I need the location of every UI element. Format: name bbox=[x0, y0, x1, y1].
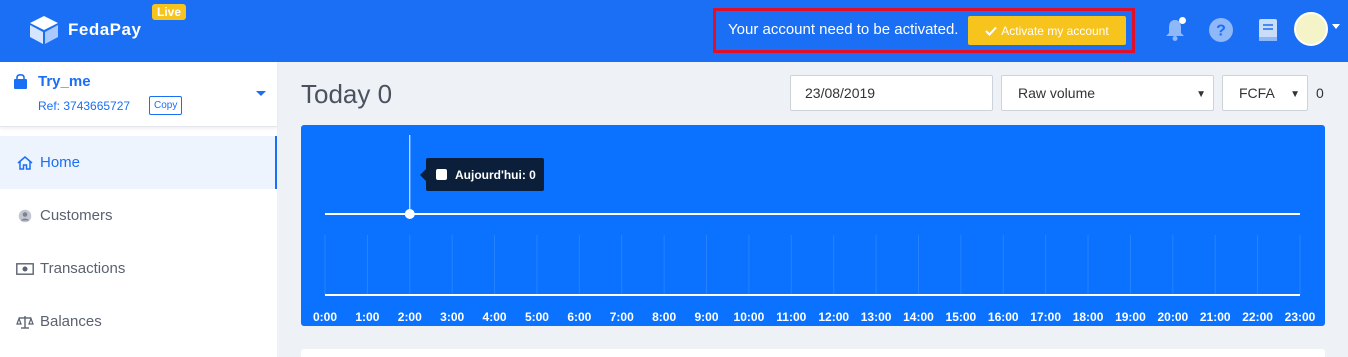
currency-select-value: FCFA bbox=[1239, 85, 1275, 101]
activation-message: Your account need to be activated. bbox=[728, 21, 959, 38]
chevron-down-icon: ▼ bbox=[1196, 89, 1206, 100]
sidebar-item-balances[interactable]: Balances bbox=[0, 295, 277, 348]
top-navbar: FedaPay Live Your account need to be act… bbox=[0, 0, 1348, 62]
user-avatar[interactable] bbox=[1294, 12, 1328, 46]
copy-ref-button[interactable]: Copy bbox=[149, 96, 183, 115]
x-tick-label: 16:00 bbox=[988, 310, 1019, 324]
chevron-down-icon: ▼ bbox=[1290, 89, 1300, 100]
activation-notice: Your account need to be activated. Activ… bbox=[713, 8, 1135, 53]
x-tick-label: 15:00 bbox=[946, 310, 977, 324]
bell-icon[interactable] bbox=[1161, 16, 1189, 44]
chart-tooltip: Aujourd'hui: 0 bbox=[420, 158, 544, 191]
live-mode-badge: Live bbox=[152, 4, 187, 20]
x-tick-label: 3:00 bbox=[440, 310, 464, 324]
svg-text:?: ? bbox=[1216, 23, 1226, 40]
date-picker-input[interactable] bbox=[790, 75, 993, 111]
legend-swatch bbox=[436, 169, 447, 180]
sidebar-item-customers[interactable]: Customers bbox=[0, 189, 277, 242]
account-name: Try_me bbox=[38, 73, 91, 90]
fedapay-logo-icon[interactable] bbox=[26, 14, 62, 46]
help-icon[interactable]: ? bbox=[1207, 16, 1235, 44]
x-tick-label: 9:00 bbox=[695, 310, 719, 324]
scale-icon bbox=[16, 315, 34, 329]
checkmark-icon bbox=[985, 26, 998, 36]
x-tick-label: 7:00 bbox=[610, 310, 634, 324]
account-dropdown-caret-icon[interactable] bbox=[256, 91, 266, 96]
sidebar-item-home[interactable]: Home bbox=[0, 136, 277, 189]
x-tick-label: 17:00 bbox=[1030, 310, 1061, 324]
tooltip-label: Aujourd'hui: 0 bbox=[455, 167, 536, 182]
x-tick-label: 0:00 bbox=[313, 310, 337, 324]
brand-name[interactable]: FedaPay bbox=[68, 20, 141, 40]
x-tick-label: 5:00 bbox=[525, 310, 549, 324]
sidebar-item-label: Transactions bbox=[40, 260, 126, 277]
account-switcher[interactable]: Try_me Ref: 3743665727 Copy bbox=[0, 62, 277, 127]
hourly-volume-chart[interactable]: 0:00 1:00 2:00 3:00 4:00 5:00 6:00 7:00 8:00 9:00… bbox=[301, 125, 1325, 326]
shopping-bag-icon bbox=[14, 74, 27, 89]
x-tick-label: 13:00 bbox=[861, 310, 892, 324]
x-tick-label: 2:00 bbox=[398, 310, 422, 324]
x-tick-label: 10:00 bbox=[734, 310, 765, 324]
user-menu-caret-icon[interactable] bbox=[1332, 24, 1340, 29]
x-tick-label: 18:00 bbox=[1073, 310, 1104, 324]
x-tick-label: 6:00 bbox=[567, 310, 591, 324]
sidebar-item-label: Customers bbox=[40, 207, 113, 224]
x-tick-label: 21:00 bbox=[1200, 310, 1231, 324]
sidebar-item-transactions[interactable]: Transactions bbox=[0, 242, 277, 295]
activate-account-button[interactable]: Activate my account bbox=[968, 16, 1126, 45]
x-tick-label: 12:00 bbox=[818, 310, 849, 324]
metric-select[interactable]: Raw volume ▼ bbox=[1001, 75, 1214, 111]
x-tick-label: 14:00 bbox=[903, 310, 934, 324]
sidebar-item-label: Home bbox=[40, 154, 81, 171]
x-tick-label: 11:00 bbox=[776, 310, 806, 324]
customer-icon bbox=[16, 209, 34, 223]
chart-svg: 0:00 1:00 2:00 3:00 4:00 5:00 6:00 7:00 8:00 9:00… bbox=[313, 135, 1316, 324]
x-tick-label: 20:00 bbox=[1157, 310, 1188, 324]
activate-account-label: Activate my account bbox=[1001, 23, 1109, 38]
lower-panel bbox=[301, 349, 1325, 357]
money-icon bbox=[16, 262, 34, 276]
x-tick-label: 19:00 bbox=[1115, 310, 1146, 324]
x-tick-label: 23:00 bbox=[1285, 310, 1316, 324]
metric-select-value: Raw volume bbox=[1018, 85, 1096, 101]
home-icon bbox=[16, 155, 34, 170]
x-tick-label: 22:00 bbox=[1242, 310, 1273, 324]
x-tick-label: 8:00 bbox=[652, 310, 676, 324]
x-tick-label: 4:00 bbox=[483, 310, 507, 324]
x-tick-label: 1:00 bbox=[355, 310, 379, 324]
total-value: 0 bbox=[1316, 85, 1324, 101]
docs-icon[interactable] bbox=[1254, 16, 1282, 44]
page-title: Today 0 bbox=[301, 79, 393, 109]
sidebar: Try_me Ref: 3743665727 Copy Home Custome… bbox=[0, 62, 277, 357]
account-ref: Ref: 3743665727 bbox=[38, 99, 131, 113]
currency-select[interactable]: FCFA ▼ bbox=[1222, 75, 1308, 111]
sidebar-item-label: Balances bbox=[40, 313, 102, 330]
data-point[interactable] bbox=[404, 209, 415, 219]
